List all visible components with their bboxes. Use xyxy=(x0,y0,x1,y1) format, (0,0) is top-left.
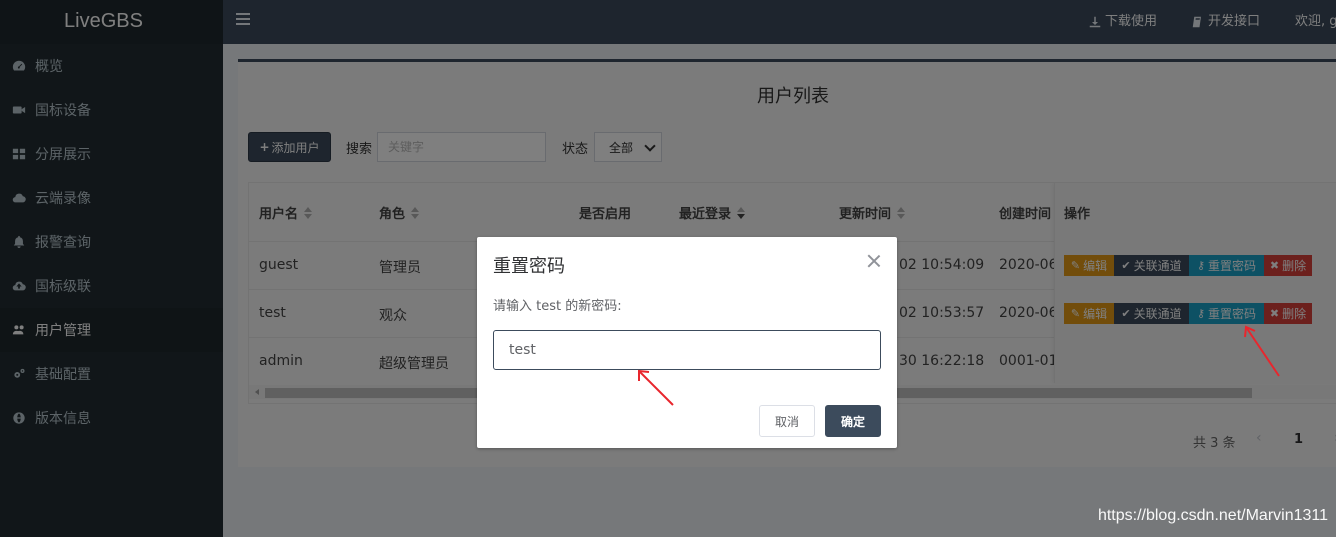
dialog-title: 重置密码 xyxy=(493,256,565,277)
new-password-input[interactable] xyxy=(493,330,881,370)
dialog-message: 请输入 test 的新密码: xyxy=(493,299,622,314)
confirm-button[interactable]: 确定 xyxy=(825,405,881,437)
cancel-button[interactable]: 取消 xyxy=(759,405,815,437)
watermark: https://blog.csdn.net/Marvin1311 xyxy=(1097,507,1328,524)
reset-password-dialog: 重置密码 请输入 test 的新密码: 取消 确定 xyxy=(477,237,897,448)
close-icon[interactable] xyxy=(867,254,881,268)
